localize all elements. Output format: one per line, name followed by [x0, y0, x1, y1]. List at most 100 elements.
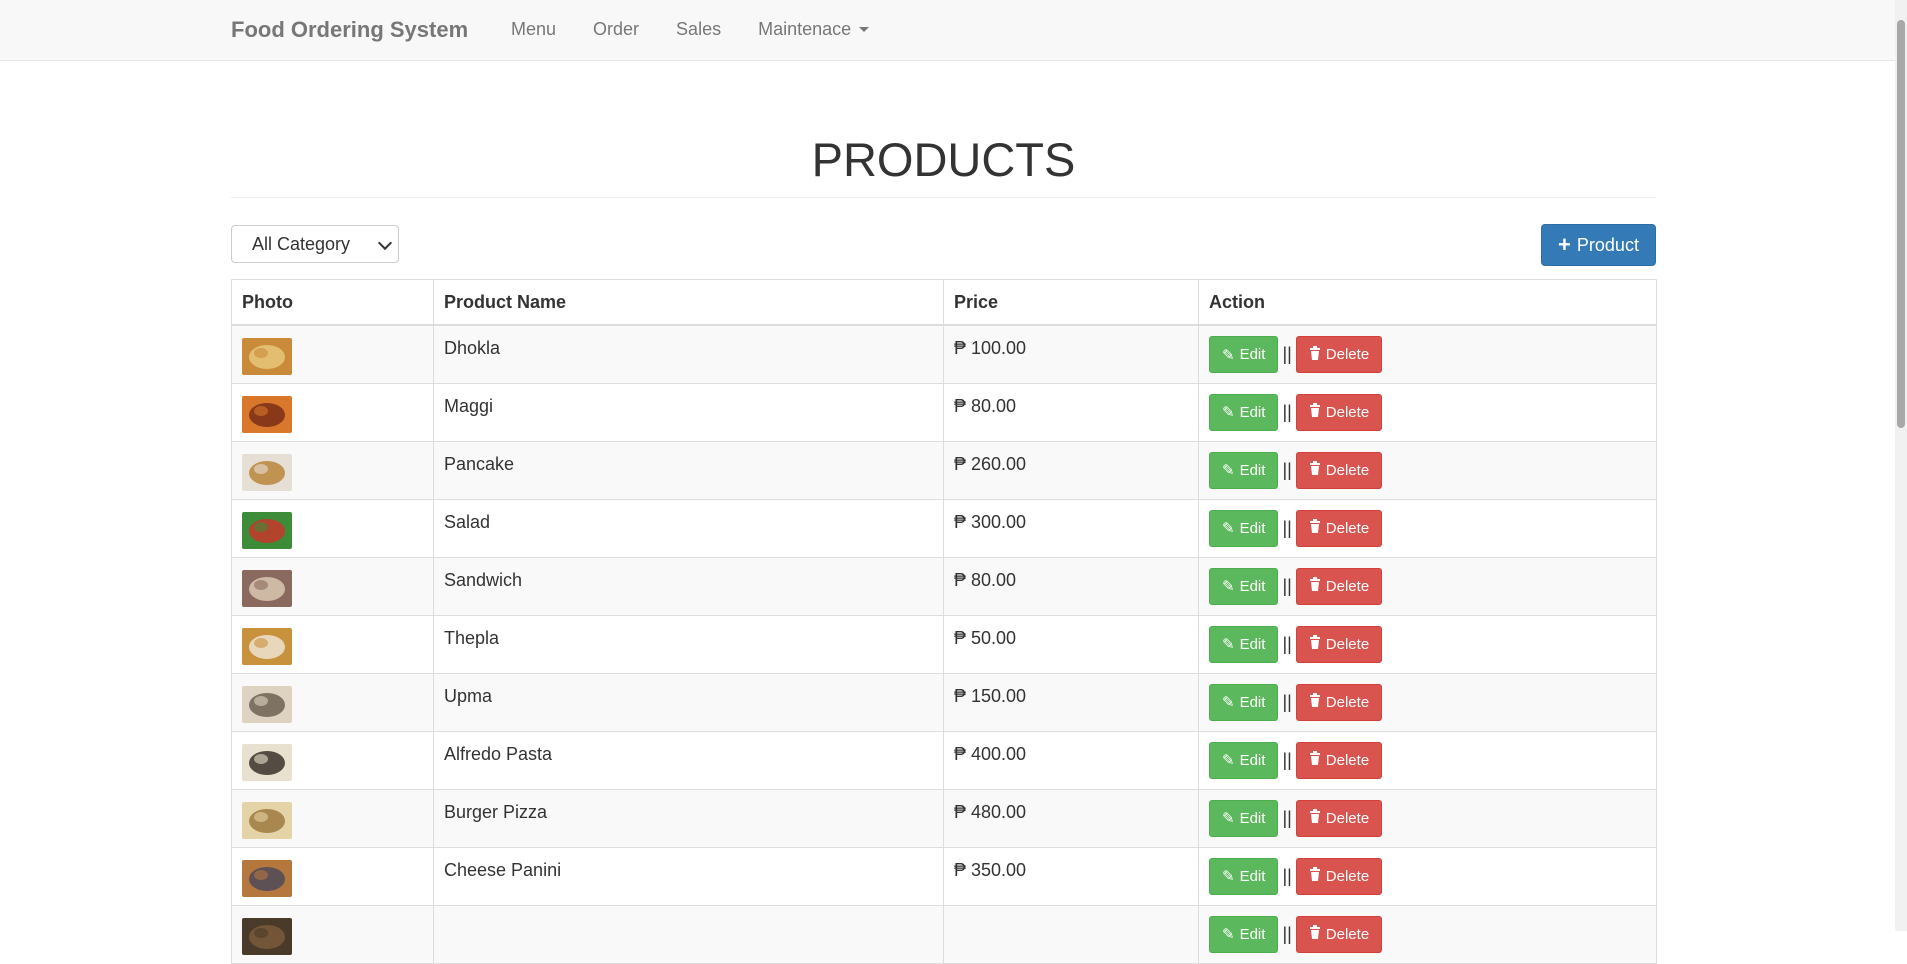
product-name-cell: Cheese Panini	[433, 846, 944, 906]
edit-button[interactable]: ✎ Edit	[1209, 683, 1279, 721]
edit-button[interactable]: ✎ Edit	[1209, 799, 1279, 837]
photo-cell	[231, 324, 434, 384]
products-tbody: Dhokla ₱ 100.00 ✎ Edit || Delete Maggi ₱ 80.00 ✎…	[231, 324, 1657, 964]
photo-cell	[231, 672, 434, 732]
delete-label: Delete	[1325, 751, 1370, 769]
table-row: Maggi ₱ 80.00 ✎ Edit || Delete	[231, 382, 1657, 442]
product-name-cell: Alfredo Pasta	[433, 730, 944, 790]
delete-button[interactable]: Delete	[1295, 509, 1383, 547]
pencil-icon: ✎	[1222, 926, 1235, 943]
pencil-icon: ✎	[1222, 462, 1235, 479]
delete-button[interactable]: Delete	[1295, 567, 1383, 605]
edit-button[interactable]: ✎ Edit	[1209, 451, 1279, 489]
action-cell: ✎ Edit || Delete	[1198, 614, 1657, 674]
edit-label: Edit	[1239, 346, 1266, 363]
action-cell: ✎ Edit || Delete	[1198, 672, 1657, 732]
product-name-cell: Maggi	[433, 382, 944, 442]
edit-button[interactable]: ✎ Edit	[1209, 393, 1279, 431]
delete-button[interactable]: Delete	[1295, 799, 1383, 837]
product-price: ₱ 480.00	[954, 801, 1027, 822]
nav-maintenance-dropdown[interactable]: Maintenace	[758, 19, 870, 40]
table-row: Salad ₱ 300.00 ✎ Edit || Delete	[231, 498, 1657, 558]
action-cell: ✎ Edit || Delete	[1198, 788, 1657, 848]
product-name: Alfredo Pasta	[444, 743, 553, 764]
edit-label: Edit	[1239, 867, 1266, 885]
delete-button[interactable]: Delete	[1295, 915, 1383, 953]
category-select[interactable]: All Category	[231, 225, 399, 263]
product-price: ₱ 100.00	[954, 338, 1027, 358]
action-separator: ||	[1282, 459, 1292, 480]
edit-button[interactable]: ✎ Edit	[1209, 741, 1279, 779]
header-photo: Photo	[231, 279, 434, 326]
price-cell: ₱ 400.00	[943, 730, 1199, 790]
product-photo	[242, 859, 292, 897]
pencil-icon: ✎	[1222, 810, 1235, 827]
pencil-icon: ✎	[1222, 578, 1235, 595]
scrollbar[interactable]	[1895, 0, 1907, 931]
chevron-down-icon	[377, 235, 393, 251]
photo-cell	[231, 498, 434, 558]
trash-icon	[1309, 461, 1321, 479]
pencil-icon: ✎	[1222, 520, 1235, 537]
product-photo	[242, 395, 292, 433]
edit-button[interactable]: ✎ Edit	[1209, 567, 1279, 605]
action-cell: ✎ Edit || Delete	[1198, 382, 1657, 442]
trash-icon	[1309, 809, 1321, 827]
edit-button[interactable]: ✎ Edit	[1209, 509, 1279, 547]
price-cell: ₱ 50.00	[943, 614, 1199, 674]
delete-button[interactable]: Delete	[1295, 451, 1383, 489]
product-price: ₱ 80.00	[954, 395, 1017, 416]
product-price: ₱ 300.00	[954, 511, 1027, 532]
edit-button[interactable]: ✎ Edit	[1209, 625, 1279, 663]
price-cell: ₱ 80.00	[943, 382, 1199, 442]
action-separator: ||	[1282, 517, 1292, 538]
action-separator: ||	[1282, 633, 1292, 654]
delete-button[interactable]: Delete	[1295, 336, 1383, 373]
edit-button[interactable]: ✎ Edit	[1209, 915, 1279, 953]
delete-button[interactable]: Delete	[1295, 625, 1383, 663]
header-price: Price	[943, 279, 1199, 326]
edit-button[interactable]: ✎ Edit	[1209, 857, 1279, 895]
product-name-cell: Thepla	[433, 614, 944, 674]
nav-maintenance-label: Maintenace	[758, 19, 852, 39]
trash-icon	[1309, 345, 1321, 364]
table-row: Burger Pizza ₱ 480.00 ✎ Edit || Delete	[231, 788, 1657, 848]
product-price: ₱ 350.00	[954, 859, 1027, 880]
edit-label: Edit	[1239, 461, 1266, 479]
nav-menu[interactable]: Menu	[511, 19, 556, 40]
table-row: Thepla ₱ 50.00 ✎ Edit || Delete	[231, 614, 1657, 674]
nav-menu-label: Menu	[511, 19, 557, 39]
trash-icon	[1309, 751, 1321, 769]
nav-sales[interactable]: Sales	[676, 19, 721, 40]
add-product-button[interactable]: + Product	[1541, 224, 1656, 266]
nav-order[interactable]: Order	[593, 19, 639, 40]
action-cell: ✎ Edit || Delete	[1198, 324, 1657, 384]
product-photo	[242, 743, 292, 781]
price-cell: ₱ 350.00	[943, 846, 1199, 906]
delete-button[interactable]: Delete	[1295, 857, 1383, 895]
brand-link[interactable]: Food Ordering System	[231, 17, 468, 43]
price-cell	[943, 904, 1199, 964]
product-name-cell: Dhokla	[433, 324, 944, 384]
delete-button[interactable]: Delete	[1295, 741, 1383, 779]
product-photo	[242, 511, 292, 549]
product-name: Sandwich	[444, 569, 523, 590]
delete-button[interactable]: Delete	[1295, 393, 1383, 431]
product-photo	[242, 569, 292, 607]
table-row: Sandwich ₱ 80.00 ✎ Edit || Delete	[231, 556, 1657, 616]
edit-button[interactable]: ✎ Edit	[1209, 336, 1279, 373]
scrollbar-thumb[interactable]	[1897, 20, 1905, 428]
action-separator: ||	[1282, 575, 1292, 596]
header-product-name: Product Name	[433, 279, 944, 326]
page-title: PRODUCTS	[811, 133, 1076, 186]
pencil-icon: ✎	[1222, 404, 1235, 421]
photo-cell	[231, 730, 434, 790]
product-photo	[242, 627, 292, 665]
caret-down-icon	[859, 27, 870, 32]
delete-button[interactable]: Delete	[1295, 683, 1383, 721]
action-separator: ||	[1282, 344, 1292, 364]
product-price: ₱ 260.00	[954, 453, 1027, 474]
action-separator: ||	[1282, 401, 1292, 422]
table-row: Cheese Panini ₱ 350.00 ✎ Edit || Delete	[231, 846, 1657, 906]
edit-label: Edit	[1239, 751, 1266, 769]
